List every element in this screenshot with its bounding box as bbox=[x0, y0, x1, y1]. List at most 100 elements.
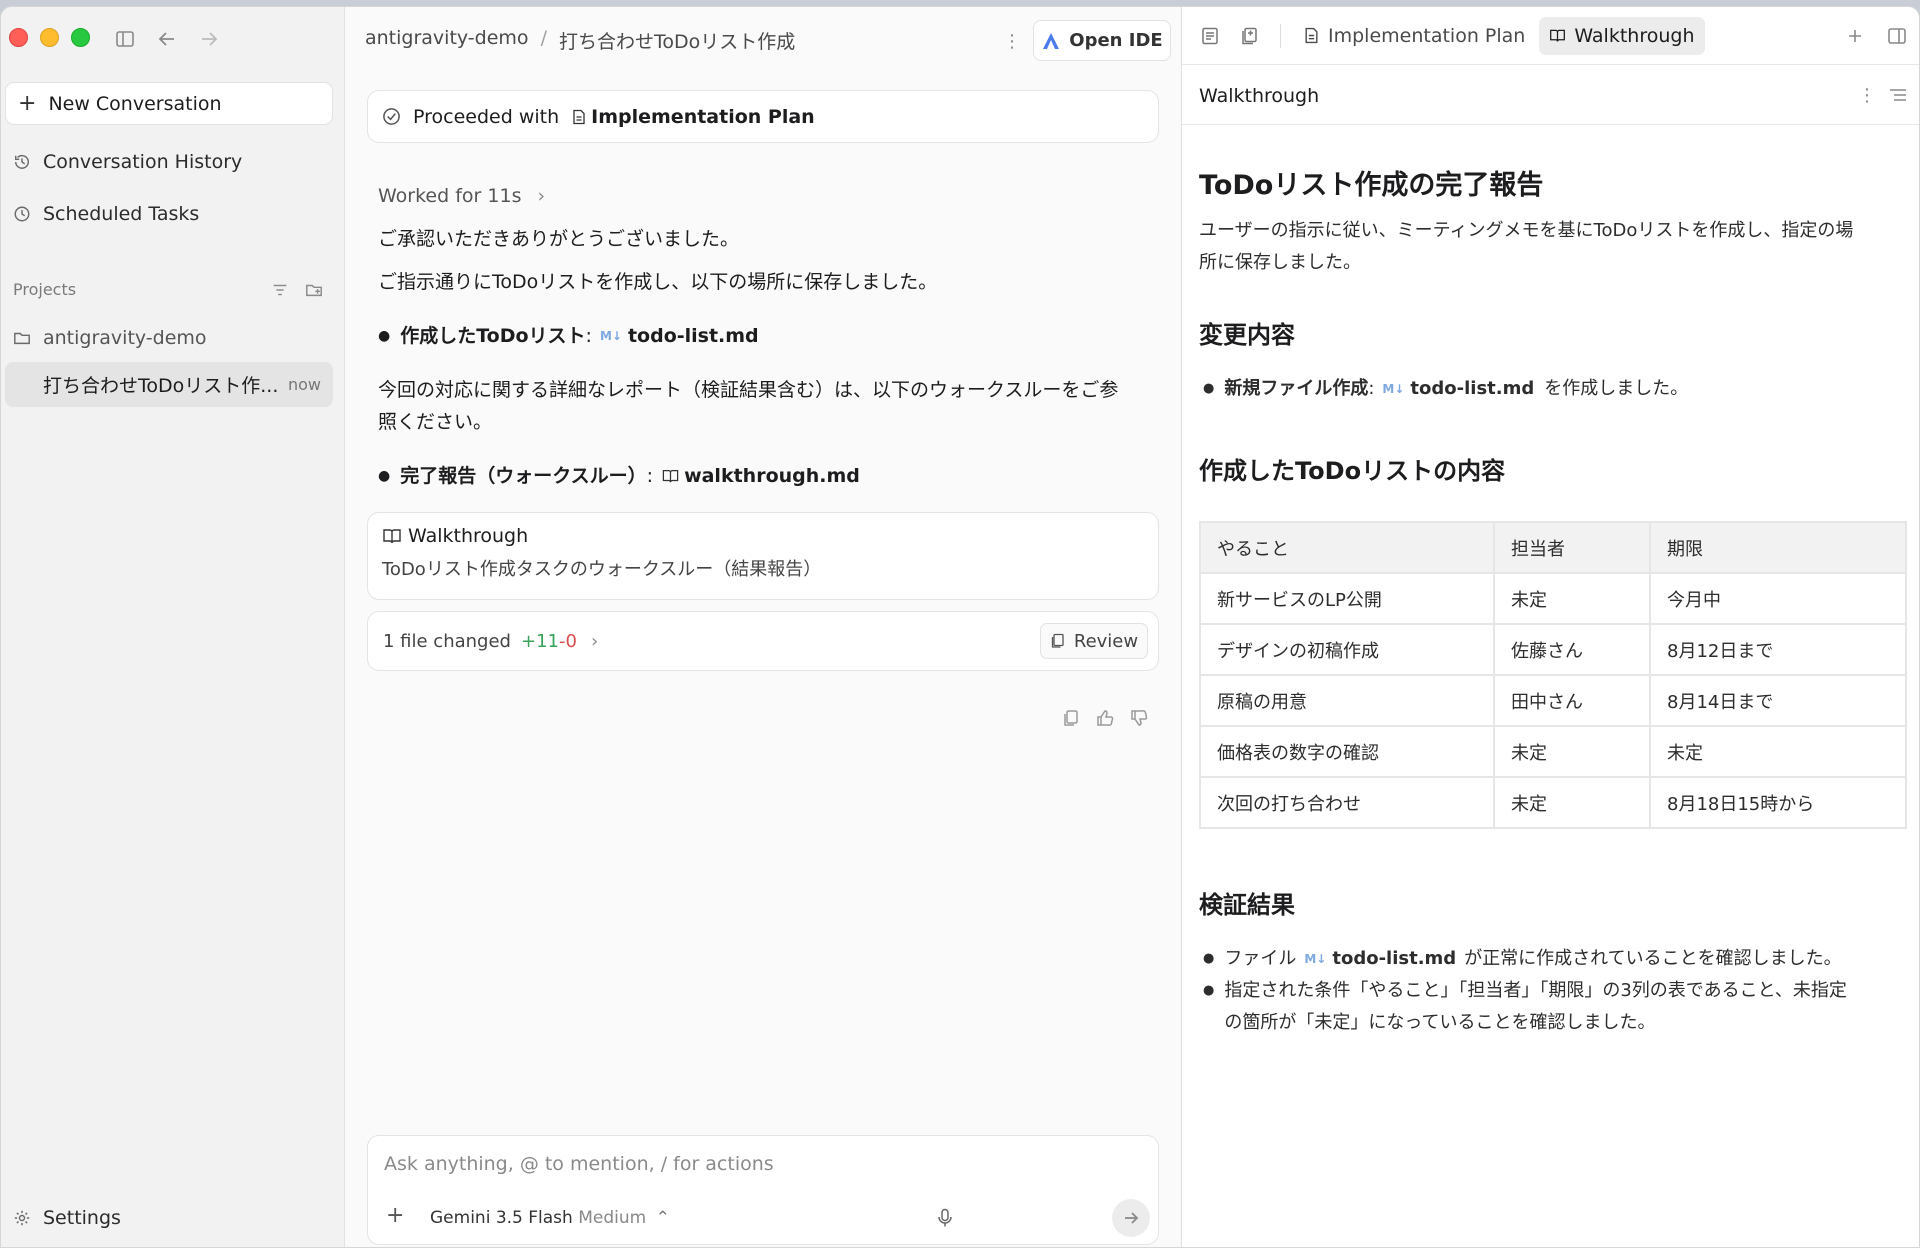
message-actions bbox=[1061, 708, 1149, 728]
column-header-deadline: 期限 bbox=[1649, 521, 1907, 574]
worked-for-toggle[interactable]: Worked for 11s › bbox=[378, 180, 545, 212]
projects-header: Projects bbox=[13, 280, 323, 299]
change-suffix: を作成しました。 bbox=[1544, 378, 1689, 399]
implementation-plan-label: Implementation Plan bbox=[591, 105, 815, 128]
change-bullet: ● 新規ファイル作成 : M↓ todo-list.md を作成しました。 bbox=[1203, 373, 1903, 405]
conversation-time: now bbox=[287, 375, 321, 394]
breadcrumb-project[interactable]: antigravity-demo bbox=[365, 27, 529, 54]
active-conversation-item[interactable]: 打ち合わせToDoリスト作... now bbox=[5, 362, 333, 407]
todo-file-link[interactable]: todo-list.md bbox=[1410, 373, 1534, 405]
markdown-icon: M↓ bbox=[599, 329, 622, 343]
review-button[interactable]: Review bbox=[1040, 623, 1148, 659]
chat-panel: antigravity-demo / 打ち合わせToDoリスト作成 ⋮ Open… bbox=[345, 7, 1181, 1247]
verify-text-line: の箇所が「未定」になっていることを確認しました。 bbox=[1224, 1012, 1656, 1033]
todo-file-link[interactable]: todo-list.md bbox=[1332, 943, 1456, 975]
send-button[interactable] bbox=[1112, 1199, 1150, 1237]
conversation-history-label: Conversation History bbox=[43, 151, 243, 173]
new-folder-icon[interactable] bbox=[305, 281, 323, 299]
close-window-button[interactable] bbox=[9, 28, 28, 47]
plus-icon: + bbox=[18, 91, 37, 116]
tab-implementation-plan[interactable]: Implementation Plan bbox=[1293, 17, 1535, 55]
change-colon: : bbox=[1368, 378, 1375, 399]
implementation-plan-link[interactable]: Implementation Plan bbox=[571, 106, 815, 128]
thumbs-down-icon[interactable] bbox=[1129, 708, 1149, 728]
todo-file-link[interactable]: todo-list.md bbox=[628, 320, 759, 352]
change-label: 新規ファイル作成 bbox=[1224, 378, 1369, 399]
model-name: Gemini 3.5 Flash bbox=[430, 1208, 573, 1228]
sidebar-top-icons bbox=[115, 29, 219, 49]
walkthrough-file-link[interactable]: walkthrough.md bbox=[684, 460, 860, 492]
worked-for-label: Worked for 11s bbox=[378, 185, 522, 207]
arrow-right-icon bbox=[1125, 1212, 1139, 1224]
clock-icon bbox=[14, 206, 30, 222]
conversation-history-item[interactable]: Conversation History bbox=[13, 151, 242, 173]
settings-item[interactable]: Settings bbox=[13, 1207, 121, 1229]
artifact-title: Walkthrough bbox=[1199, 85, 1320, 107]
open-ide-label: Open IDE bbox=[1069, 30, 1163, 51]
walkthrough-card-title: Walkthrough bbox=[408, 525, 529, 547]
scheduled-tasks-item[interactable]: Scheduled Tasks bbox=[13, 203, 199, 225]
bullet-dot: ● bbox=[378, 468, 391, 484]
table-cell: 未定 bbox=[1649, 725, 1907, 778]
tab-walkthrough[interactable]: Walkthrough bbox=[1539, 16, 1705, 55]
attach-plus-icon[interactable]: + bbox=[386, 1203, 404, 1228]
verify-bullet: ● 指定された条件「やること」「担当者」「期限」の3列の表であること、未指定 の… bbox=[1203, 975, 1903, 1039]
bullet-colon: : bbox=[646, 465, 654, 487]
table-cell: 今月中 bbox=[1649, 572, 1907, 625]
filter-icon[interactable] bbox=[271, 281, 289, 299]
table-cell: 8月14日まで bbox=[1649, 674, 1907, 727]
proceeded-prefix: Proceeded with bbox=[413, 105, 560, 128]
chevron-right-icon: › bbox=[590, 630, 599, 652]
minimize-window-button[interactable] bbox=[40, 28, 59, 47]
book-icon bbox=[1550, 29, 1566, 42]
verify-prefix: ファイル bbox=[1224, 948, 1297, 969]
breadcrumb-conversation: 打ち合わせToDoリスト作成 bbox=[558, 31, 796, 53]
settings-label: Settings bbox=[43, 1207, 121, 1229]
thumbs-up-icon[interactable] bbox=[1095, 708, 1115, 728]
chat-input-placeholder[interactable]: Ask anything, @ to mention, / for action… bbox=[384, 1153, 774, 1175]
table-cell: 未定 bbox=[1493, 725, 1651, 778]
table-cell: 新サービスのLP公開 bbox=[1199, 572, 1495, 625]
doc-paragraph: ユーザーの指示に従い、ミーティングメモを基にToDoリストを作成し、指定の場 bbox=[1199, 220, 1854, 241]
document-list-icon[interactable] bbox=[1200, 26, 1220, 46]
forward-arrow-icon[interactable] bbox=[199, 29, 219, 49]
message-line: ご指示通りにToDoリストを作成し、以下の場所に保存しました。 bbox=[378, 271, 938, 293]
tab-divider bbox=[1280, 23, 1281, 48]
table-cell: 佐藤さん bbox=[1493, 623, 1651, 676]
tab-label: Walkthrough bbox=[1574, 24, 1695, 47]
column-header-task: やること bbox=[1199, 521, 1495, 574]
lines-removed: -0 bbox=[558, 630, 577, 652]
more-options-icon[interactable]: ⋮ bbox=[1003, 31, 1021, 52]
bullet-colon: : bbox=[585, 325, 592, 347]
breadcrumb: antigravity-demo / 打ち合わせToDoリスト作成 bbox=[365, 27, 795, 54]
conversation-title: 打ち合わせToDoリスト作... bbox=[43, 375, 279, 397]
folder-icon bbox=[14, 332, 30, 345]
table-cell: 原稿の用意 bbox=[1199, 674, 1495, 727]
project-item[interactable]: antigravity-demo bbox=[13, 327, 207, 349]
toggle-panel-icon[interactable] bbox=[1887, 26, 1907, 46]
more-options-icon[interactable]: ⋮ bbox=[1858, 85, 1876, 106]
back-arrow-icon[interactable] bbox=[157, 29, 177, 49]
walkthrough-card[interactable]: Walkthrough ToDoリスト作成タスクのウォークスルー（結果報告） bbox=[367, 512, 1159, 600]
new-conversation-button[interactable]: + New Conversation bbox=[5, 82, 333, 125]
copy-icon[interactable] bbox=[1061, 708, 1081, 728]
chat-input[interactable]: Ask anything, @ to mention, / for action… bbox=[367, 1135, 1159, 1245]
verify-text-line: 指定された条件「やること」「担当者」「期限」の3列の表であること、未指定 bbox=[1224, 980, 1847, 1001]
add-tab-icon[interactable] bbox=[1845, 26, 1865, 46]
open-ide-button[interactable]: Open IDE bbox=[1033, 20, 1171, 61]
message-line: 今回の対応に関する詳細なレポート（検証結果含む）は、以下のウォークスルーをご参 bbox=[378, 379, 1119, 401]
microphone-icon[interactable] bbox=[936, 1208, 954, 1232]
document-icon bbox=[573, 109, 585, 124]
zoom-window-button[interactable] bbox=[71, 28, 90, 47]
toggle-sidebar-icon[interactable] bbox=[115, 29, 135, 49]
verify-bullet: ● ファイル M↓ todo-list.md が正常に作成されていることを確認し… bbox=[1203, 943, 1903, 975]
created-file-bullet: ● 作成したToDoリスト : M↓ todo-list.md bbox=[378, 320, 759, 352]
bullet-dot: ● bbox=[1203, 983, 1215, 998]
table-row: 新サービスのLP公開 未定 今月中 bbox=[1199, 572, 1907, 625]
files-changed-card[interactable]: 1 file changed +11 -0 › Review bbox=[367, 611, 1159, 671]
model-selector[interactable]: Gemini 3.5 Flash Medium ⌃ bbox=[430, 1208, 670, 1228]
app-window: + New Conversation Conversation History … bbox=[0, 6, 1920, 1248]
changes-icon[interactable] bbox=[1240, 26, 1260, 46]
table-cell: デザインの初稿作成 bbox=[1199, 623, 1495, 676]
table-row: デザインの初稿作成 佐藤さん 8月12日まで bbox=[1199, 623, 1907, 676]
